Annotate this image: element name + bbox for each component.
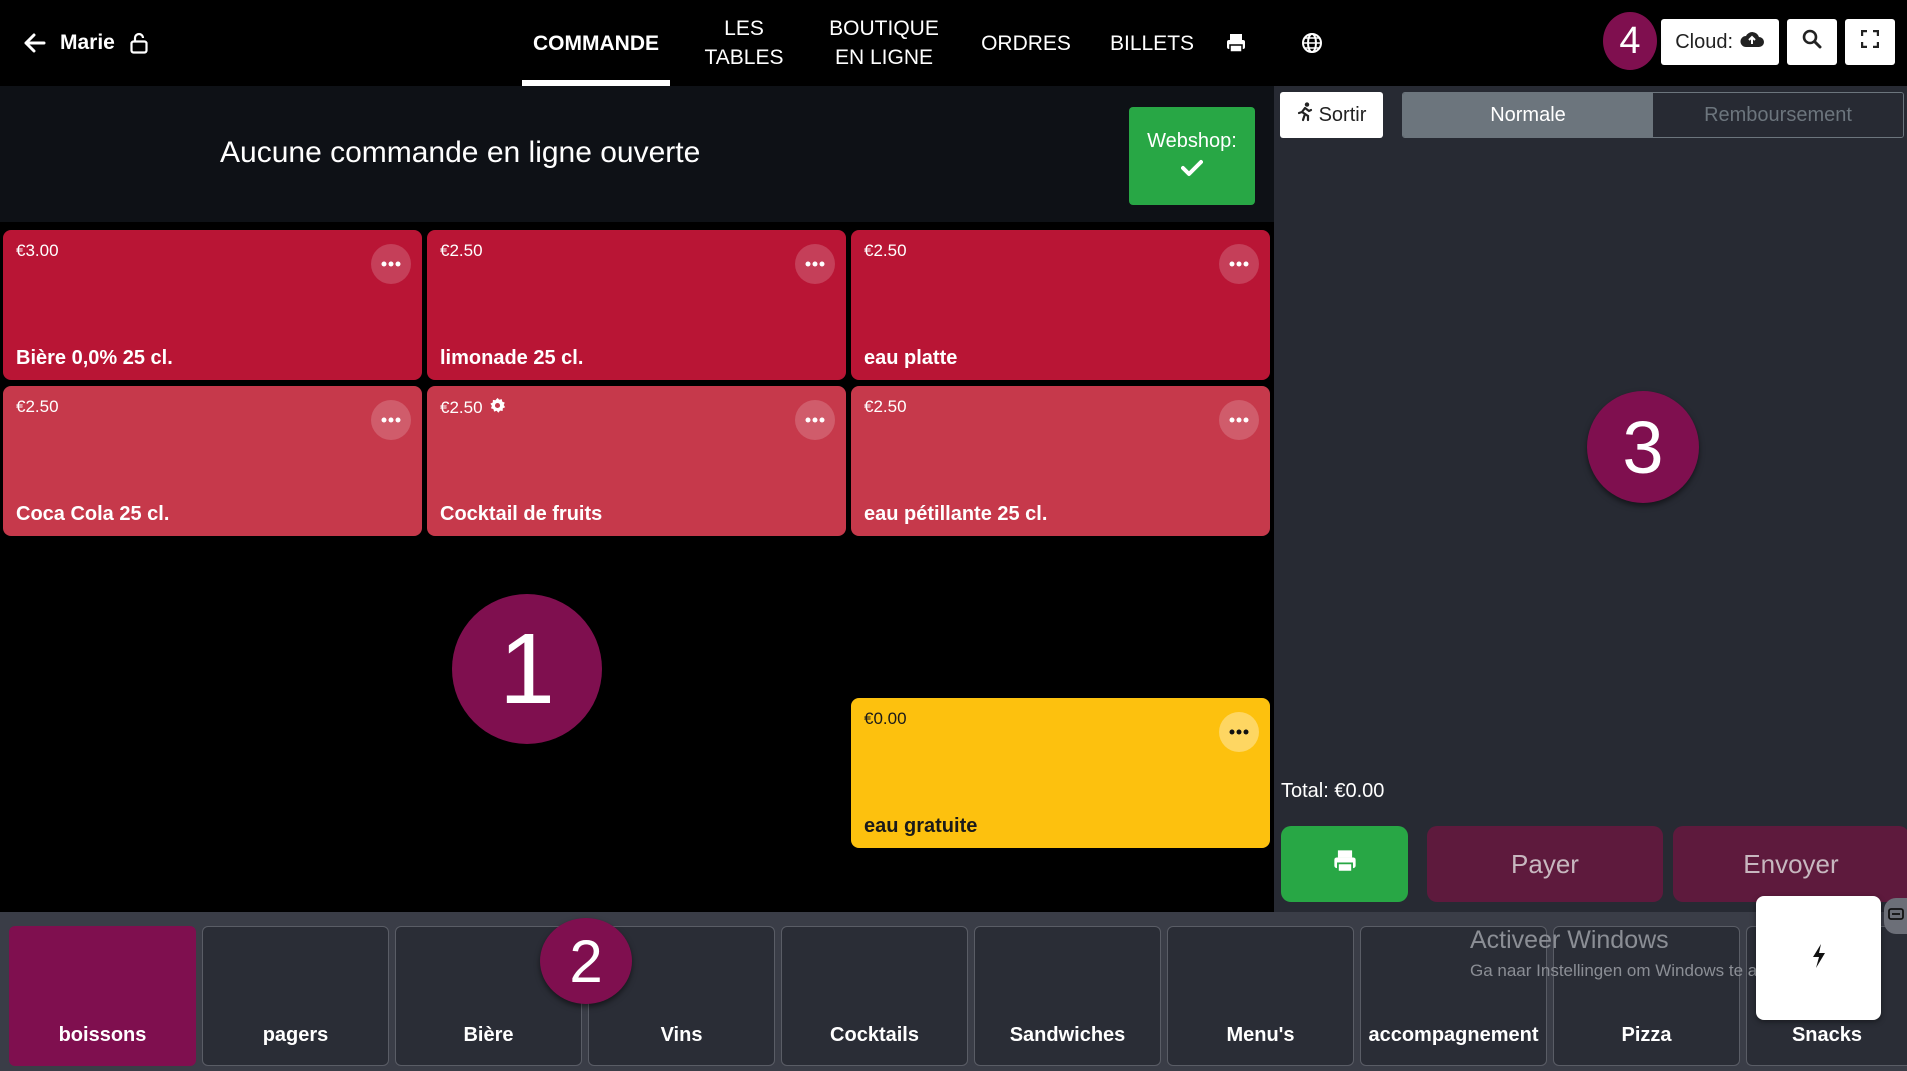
webshop-message: Aucune commande en ligne ouverte xyxy=(220,136,701,169)
lock-icon[interactable] xyxy=(129,32,149,54)
print-receipt-button[interactable] xyxy=(1281,826,1408,902)
exit-label: Sortir xyxy=(1318,103,1367,126)
gear-icon xyxy=(489,397,506,419)
search-button[interactable] xyxy=(1787,19,1837,65)
more-options-icon[interactable] xyxy=(1219,400,1259,440)
tab-boutique-label-line2: EN LIGNE xyxy=(834,46,934,69)
running-person-icon xyxy=(1297,102,1313,128)
back-arrow-icon[interactable] xyxy=(24,33,46,53)
category-bar: boissons pagers Bière Vins Cocktails San… xyxy=(0,912,1907,1071)
callout-badge-3: 3 xyxy=(1587,391,1699,503)
send-button[interactable]: Envoyer xyxy=(1673,826,1907,902)
user-name: Marie xyxy=(60,31,115,54)
tab-commande[interactable]: COMMANDE xyxy=(522,0,670,86)
product-tile[interactable]: €0.00 eau gratuite xyxy=(851,698,1270,848)
cloud-label: Cloud: xyxy=(1675,30,1733,53)
tab-billets-label: BILLETS xyxy=(1109,31,1195,55)
product-price: €0.00 xyxy=(864,709,907,728)
product-tile[interactable]: €2.50 limonade 25 cl. xyxy=(427,230,846,380)
globe-icon[interactable] xyxy=(1270,0,1354,86)
tab-ordres-label: ORDRES xyxy=(981,31,1071,55)
main-nav: COMMANDE LES TABLES BOUTIQUE EN LIGNE OR… xyxy=(522,0,1354,86)
product-price: €2.50 xyxy=(864,397,907,416)
tab-les-tables-label-line2: TABLES xyxy=(704,46,784,69)
pay-button[interactable]: Payer xyxy=(1427,826,1663,902)
search-icon xyxy=(1802,29,1822,55)
webshop-toggle-button[interactable]: Webshop: xyxy=(1129,107,1255,205)
check-icon xyxy=(1181,159,1203,183)
product-price-row: €2.50 xyxy=(440,397,506,419)
tab-boutique-label-line1: BOUTIQUE xyxy=(829,17,939,40)
cloud-upload-icon xyxy=(1739,29,1765,55)
keyboard-icon xyxy=(1887,907,1904,925)
product-name: Cocktail de fruits xyxy=(440,503,603,525)
product-tile[interactable]: €2.50 Coca Cola 25 cl. xyxy=(3,386,422,536)
quick-action-button[interactable] xyxy=(1756,896,1881,1020)
webshop-button-label: Webshop: xyxy=(1147,129,1237,152)
product-name: Coca Cola 25 cl. xyxy=(16,503,170,525)
exit-button[interactable]: Sortir xyxy=(1280,92,1383,138)
product-price: €2.50 xyxy=(440,398,483,417)
category-menus[interactable]: Menu's xyxy=(1167,926,1354,1066)
product-tile[interactable]: €2.50 eau platte xyxy=(851,230,1270,380)
callout-badge-1: 1 xyxy=(452,594,602,744)
more-options-icon[interactable] xyxy=(371,244,411,284)
pos-screen: Marie COMMANDE LES TABLES BOUTIQUE EN LI… xyxy=(0,0,1907,1071)
callout-badge-4: 4 xyxy=(1603,12,1657,70)
mode-remboursement-tab[interactable]: Remboursement xyxy=(1653,93,1903,137)
tab-ordres[interactable]: ORDRES xyxy=(950,0,1102,86)
product-name: eau gratuite xyxy=(864,815,978,837)
product-price: €2.50 xyxy=(16,397,59,416)
product-name: eau platte xyxy=(864,347,958,369)
product-tile[interactable]: €2.50 Cocktail de fruits xyxy=(427,386,846,536)
tab-les-tables-label-line1: LES xyxy=(724,17,764,40)
category-boissons[interactable]: boissons xyxy=(9,926,196,1066)
webshop-bar: Aucune commande en ligne ouverte Webshop… xyxy=(0,86,1274,222)
tab-boutique-en-ligne[interactable]: BOUTIQUE EN LIGNE xyxy=(818,0,950,86)
product-area: Aucune commande en ligne ouverte Webshop… xyxy=(0,86,1274,912)
category-cocktails[interactable]: Cocktails xyxy=(781,926,968,1066)
more-options-icon[interactable] xyxy=(1219,244,1259,284)
more-options-icon[interactable] xyxy=(1219,712,1259,752)
category-sandwiches[interactable]: Sandwiches xyxy=(974,926,1161,1066)
product-price: €2.50 xyxy=(440,241,483,260)
product-price: €2.50 xyxy=(864,241,907,260)
more-options-icon[interactable] xyxy=(795,244,835,284)
side-panel-handle[interactable] xyxy=(1884,898,1907,934)
fullscreen-icon xyxy=(1860,29,1880,54)
category-pagers[interactable]: pagers xyxy=(202,926,389,1066)
tab-billets[interactable]: BILLETS xyxy=(1102,0,1202,86)
mode-normale-tab[interactable]: Normale xyxy=(1403,93,1653,137)
product-tile[interactable]: €3.00 Bière 0,0% 25 cl. xyxy=(3,230,422,380)
order-panel: Sortir Normale Remboursement Total: €0.0… xyxy=(1274,86,1907,912)
printer-icon[interactable] xyxy=(1202,0,1270,86)
fullscreen-button[interactable] xyxy=(1845,19,1895,65)
user-area: Marie xyxy=(24,0,149,86)
callout-badge-2: 2 xyxy=(540,918,632,1004)
product-name: Bière 0,0% 25 cl. xyxy=(16,347,173,369)
printer-icon xyxy=(1332,848,1358,881)
top-right-tools: Cloud: xyxy=(1661,19,1895,65)
product-name: eau pétillante 25 cl. xyxy=(864,503,1048,525)
cloud-button[interactable]: Cloud: xyxy=(1661,19,1779,65)
tab-les-tables[interactable]: LES TABLES xyxy=(670,0,818,86)
more-options-icon[interactable] xyxy=(795,400,835,440)
order-mode-toggle: Normale Remboursement xyxy=(1402,92,1904,138)
product-tile[interactable]: €2.50 eau pétillante 25 cl. xyxy=(851,386,1270,536)
order-total: Total: €0.00 xyxy=(1281,780,1385,802)
product-name: limonade 25 cl. xyxy=(440,347,584,369)
more-options-icon[interactable] xyxy=(371,400,411,440)
tab-commande-label: COMMANDE xyxy=(533,31,659,55)
product-price: €3.00 xyxy=(16,241,59,260)
lightning-icon xyxy=(1811,943,1827,974)
